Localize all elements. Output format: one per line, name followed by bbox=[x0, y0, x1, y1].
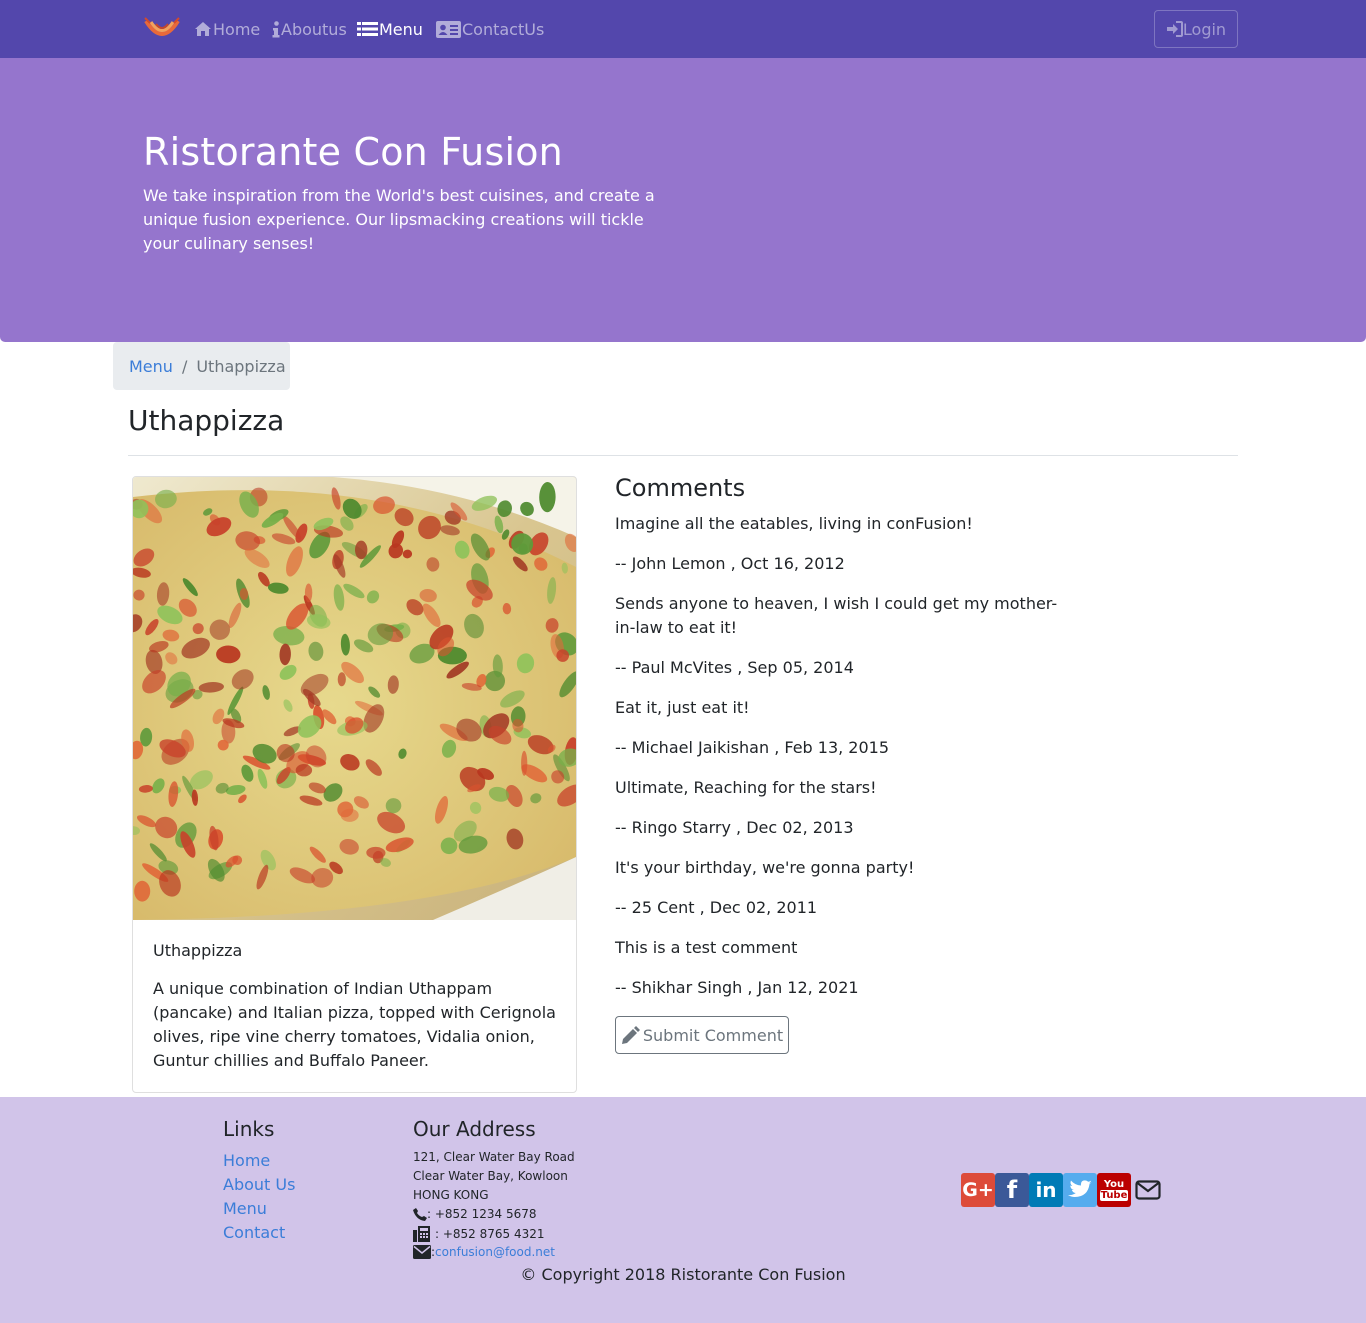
copyright: © Copyright 2018 Ristorante Con Fusion bbox=[520, 1265, 846, 1284]
google-plus-label: G+ bbox=[962, 1179, 994, 1201]
google-plus-icon[interactable]: G+ bbox=[961, 1173, 995, 1207]
footer-link-aboutus[interactable]: About Us bbox=[223, 1175, 295, 1194]
fax-number: : +852 8765 4321 bbox=[435, 1227, 545, 1241]
address-line: HONG KONG bbox=[413, 1188, 489, 1202]
comment-text: Sends anyone to heaven, I wish I could g… bbox=[615, 594, 1058, 637]
twitter-icon[interactable] bbox=[1063, 1173, 1097, 1207]
envelope-icon[interactable] bbox=[1131, 1173, 1165, 1207]
breadcrumb-menu-link[interactable]: Menu bbox=[129, 357, 173, 376]
jumbotron-text: We take inspiration from the World's bes… bbox=[143, 186, 655, 253]
footer-address-heading: Our Address bbox=[413, 1117, 536, 1141]
address-fax: : +852 8765 4321 bbox=[413, 1226, 545, 1242]
jumbotron-title: Ristorante Con Fusion bbox=[143, 130, 563, 174]
phone-number: : +852 1234 5678 bbox=[427, 1207, 537, 1221]
comment-byline: -- Shikhar Singh , Jan 12, 2021 bbox=[615, 978, 859, 997]
comment-byline: -- John Lemon , Oct 16, 2012 bbox=[615, 554, 845, 573]
dish-description: A unique combination of Indian Uthappam … bbox=[153, 979, 556, 1070]
nav-home-label: Home bbox=[213, 19, 261, 39]
dish-image bbox=[133, 477, 576, 920]
breadcrumb: Menu / Uthappizza bbox=[113, 342, 290, 390]
youtube-icon[interactable]: You Tube bbox=[1097, 1173, 1131, 1207]
youtube-label-top: You bbox=[1103, 1179, 1125, 1190]
dish-name: Uthappizza bbox=[153, 941, 243, 960]
footer-links-heading: Links bbox=[223, 1117, 275, 1141]
login-label: Login bbox=[1182, 19, 1227, 39]
comment-byline: -- Paul McVites , Sep 05, 2014 bbox=[615, 658, 854, 677]
breadcrumb-current: Uthappizza bbox=[196, 356, 286, 376]
navbar: Home Aboutus Menu ContactUs Login bbox=[0, 0, 1366, 58]
youtube-label-bottom: Tube bbox=[1099, 1190, 1129, 1201]
fax-icon bbox=[413, 1226, 430, 1242]
divider bbox=[128, 455, 1238, 456]
nav-home[interactable]: Home bbox=[194, 18, 260, 40]
address-line: Clear Water Bay, Kowloon bbox=[413, 1169, 568, 1183]
page-title: Uthappizza bbox=[128, 404, 285, 437]
linkedin-icon[interactable]: in bbox=[1029, 1173, 1063, 1207]
comment-text: Imagine all the eatables, living in conF… bbox=[615, 514, 973, 533]
email-link[interactable]: confusion@food.net bbox=[435, 1245, 555, 1259]
address-line: 121, Clear Water Bay Road bbox=[413, 1150, 575, 1164]
social-buttons: G+ f in You Tube bbox=[961, 1173, 1165, 1207]
sign-in-icon bbox=[1166, 21, 1183, 37]
jumbotron: Ristorante Con Fusion We take inspiratio… bbox=[0, 58, 1366, 342]
nav-menu-label: Menu bbox=[379, 19, 423, 39]
breadcrumb-separator: / bbox=[181, 356, 188, 376]
facebook-icon[interactable]: f bbox=[995, 1173, 1029, 1207]
nav-aboutus[interactable]: Aboutus bbox=[272, 18, 347, 40]
dish-card: Uthappizza A unique combination of India… bbox=[132, 476, 577, 1093]
info-icon bbox=[272, 20, 280, 38]
login-button[interactable]: Login bbox=[1154, 10, 1238, 48]
envelope-icon bbox=[413, 1245, 431, 1259]
phone-icon bbox=[413, 1207, 427, 1221]
linkedin-label: in bbox=[1035, 1178, 1057, 1202]
home-icon bbox=[194, 21, 212, 37]
pencil-icon bbox=[621, 1026, 640, 1044]
comment-byline: -- Ringo Starry , Dec 02, 2013 bbox=[615, 818, 854, 837]
address-card-icon bbox=[436, 20, 461, 38]
address-email: : confusion@food.net bbox=[413, 1245, 555, 1259]
nav-contactus-label: ContactUs bbox=[462, 19, 545, 39]
comment-text: It's your birthday, we're gonna party! bbox=[615, 858, 915, 877]
facebook-label: f bbox=[1006, 1176, 1018, 1204]
comments-heading: Comments bbox=[615, 474, 746, 502]
submit-comment-label: Submit Comment bbox=[642, 1025, 784, 1045]
nav-aboutus-label: Aboutus bbox=[281, 19, 347, 39]
comment-text: Eat it, just eat it! bbox=[615, 698, 750, 717]
list-icon bbox=[357, 21, 378, 37]
footer-link-home[interactable]: Home bbox=[223, 1151, 270, 1170]
restaurant-logo[interactable] bbox=[143, 13, 181, 45]
nav-contactus[interactable]: ContactUs bbox=[436, 18, 544, 40]
comment-text: This is a test comment bbox=[615, 938, 798, 957]
comment-text: Ultimate, Reaching for the stars! bbox=[615, 778, 877, 797]
comment-byline: -- Michael Jaikishan , Feb 13, 2015 bbox=[615, 738, 890, 757]
footer-link-contact[interactable]: Contact bbox=[223, 1223, 285, 1242]
nav-menu[interactable]: Menu bbox=[357, 18, 423, 40]
submit-comment-button[interactable]: Submit Comment bbox=[615, 1016, 789, 1054]
footer: Links Home About Us Menu Contact Our Add… bbox=[0, 1097, 1366, 1323]
address-phone: : +852 1234 5678 bbox=[413, 1207, 537, 1221]
comment-byline: -- 25 Cent , Dec 02, 2011 bbox=[615, 898, 818, 917]
footer-link-menu[interactable]: Menu bbox=[223, 1199, 267, 1218]
